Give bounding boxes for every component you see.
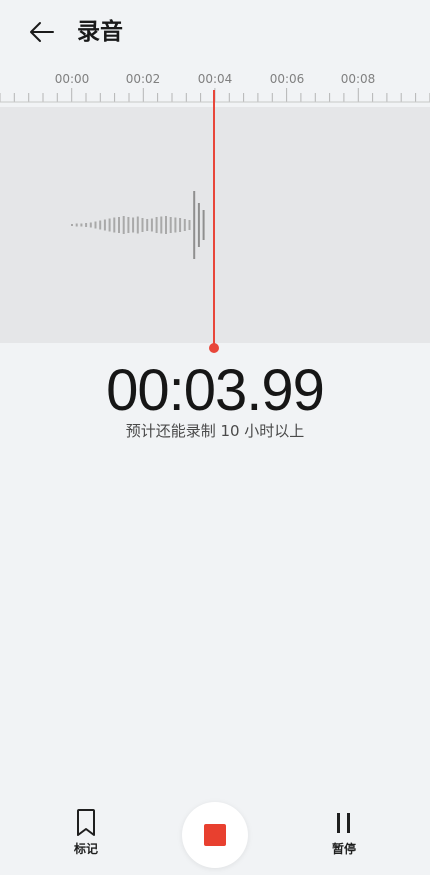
pause-label: 暂停 [331, 842, 356, 856]
playhead-line [213, 90, 215, 348]
page-title: 录音 [77, 19, 123, 45]
stop-button[interactable] [182, 802, 248, 868]
pause-icon [337, 813, 350, 833]
stop-icon [204, 824, 226, 846]
pause-button[interactable]: 暂停 [314, 808, 374, 857]
arrow-left-icon [30, 22, 54, 42]
remaining-time-hint: 预计还能录制 10 小时以上 [125, 422, 305, 440]
back-button[interactable] [22, 14, 62, 50]
waveform-area [0, 107, 430, 343]
waveform [71, 191, 205, 259]
mark-button[interactable]: 标记 [56, 808, 116, 857]
playhead-handle[interactable] [209, 343, 219, 353]
app-header: 录音 [0, 0, 430, 64]
mark-label: 标记 [73, 842, 98, 856]
bookmark-icon [77, 809, 95, 836]
elapsed-time: 00:03.99 [106, 358, 325, 423]
control-bar: 标记 暂停 [0, 790, 430, 875]
timeline-ruler[interactable]: 00:00 00:02 00:04 00:06 00:08 [0, 66, 430, 108]
timeline-ticks [0, 88, 430, 103]
